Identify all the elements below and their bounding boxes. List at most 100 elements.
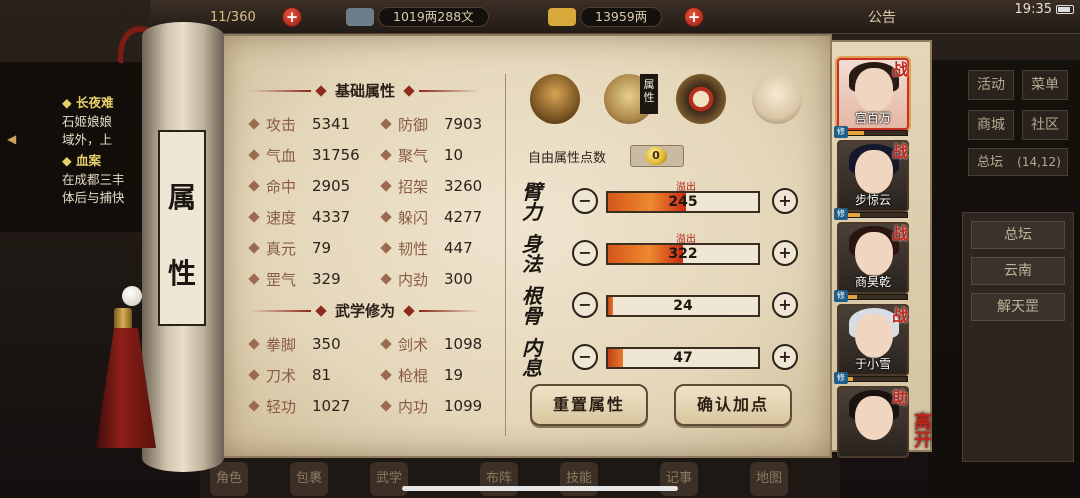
section-title: 基础属性 xyxy=(335,82,396,100)
collapse-arrow-icon[interactable]: ◀ xyxy=(7,132,23,148)
stat-label: 招架 xyxy=(398,177,429,196)
stat-item: 内功 1099 xyxy=(380,396,482,416)
attribute-value: 245 xyxy=(668,194,698,210)
stat-value: 7903 xyxy=(444,115,483,133)
quest-title[interactable]: ◆ 长夜难 xyxy=(62,94,113,112)
add-stamina-button[interactable]: + xyxy=(282,7,302,27)
stat-label: 内功 xyxy=(398,397,429,416)
quest-desc: 石姬娘娘 xyxy=(62,114,113,129)
bullet-diamond-icon xyxy=(380,369,392,381)
bullet-diamond-icon xyxy=(380,242,392,254)
destination-item[interactable]: 解天罡 xyxy=(971,293,1065,321)
avatar xyxy=(855,68,893,112)
destination-item[interactable]: 总坛 xyxy=(971,221,1065,249)
bottom-nav-item[interactable]: 武学 xyxy=(370,462,408,496)
minus-button[interactable]: − xyxy=(572,188,598,214)
attribute-name: 臂力 xyxy=(522,180,542,224)
location-display: 总坛 (14,12) xyxy=(968,148,1068,176)
copper-value: 1019两288文 xyxy=(378,7,489,27)
quest-title[interactable]: ◆ 血案 xyxy=(62,152,101,170)
activity-button[interactable]: 活动 xyxy=(968,70,1014,100)
stat-label: 内劲 xyxy=(398,270,429,289)
stat-label: 剑术 xyxy=(398,335,429,354)
role-badge: 战 xyxy=(892,224,909,243)
shop-button[interactable]: 商城 xyxy=(968,110,1014,140)
tassel-bead xyxy=(122,286,142,306)
bullet-diamond-icon xyxy=(380,180,392,192)
avatar xyxy=(855,314,893,358)
stat-item: 轻功 1027 xyxy=(248,396,351,416)
bottom-nav-item[interactable]: 角色 xyxy=(210,462,248,496)
plus-button[interactable]: + xyxy=(772,344,798,370)
panel-divider xyxy=(505,74,506,436)
stat-value: 1027 xyxy=(312,397,351,415)
scroll-title-char: 属 xyxy=(167,181,196,214)
party-member-name: 于小雪 xyxy=(854,357,891,371)
stat-item: 命中 2905 xyxy=(248,176,351,196)
stat-value: 10 xyxy=(444,146,464,164)
bottom-nav-item[interactable]: 地图 xyxy=(750,462,788,496)
minus-button[interactable]: − xyxy=(572,240,598,266)
stat-label: 攻击 xyxy=(266,115,297,134)
base-attributes-header: 基础属性 xyxy=(250,80,481,101)
stamina-value: 11/360 xyxy=(210,9,256,25)
notice-button[interactable]: 公告 xyxy=(868,7,896,27)
role-badge: 战 xyxy=(892,142,909,161)
stat-value: 4337 xyxy=(312,208,351,226)
scroll-title-plate: 属 性 xyxy=(158,130,206,326)
attribute-name: 内息 xyxy=(522,336,542,380)
stat-item: 招架 3260 xyxy=(380,176,482,196)
minus-button[interactable]: − xyxy=(572,292,598,318)
plus-button[interactable]: + xyxy=(772,240,798,266)
stat-item: 罡气 329 xyxy=(248,269,341,289)
bullet-diamond-icon xyxy=(248,338,260,350)
attribute-value: 47 xyxy=(673,350,693,366)
stat-label: 速度 xyxy=(266,208,297,227)
plus-button[interactable]: + xyxy=(772,188,798,214)
stat-value: 329 xyxy=(312,270,341,288)
stat-value: 447 xyxy=(444,239,473,257)
stat-value: 350 xyxy=(312,335,341,353)
add-silver-button[interactable]: + xyxy=(684,7,704,27)
plus-button[interactable]: + xyxy=(772,292,798,318)
attribute-value: 24 xyxy=(673,298,693,314)
minus-button[interactable]: − xyxy=(572,344,598,370)
hat-icon[interactable] xyxy=(530,74,580,124)
destination-item[interactable]: 云南 xyxy=(971,257,1065,285)
stat-value: 2905 xyxy=(312,177,351,195)
bullet-diamond-icon xyxy=(380,118,392,130)
menu-button[interactable]: 菜单 xyxy=(1022,70,1068,100)
stat-label: 命中 xyxy=(266,177,297,196)
stat-label: 枪棍 xyxy=(398,366,429,385)
stat-item: 内劲 300 xyxy=(380,269,473,289)
stamina-display: 11/360 xyxy=(210,6,256,28)
cultivation-badge: 修 xyxy=(834,372,848,384)
reset-attributes-button[interactable]: 重置属性 xyxy=(530,384,648,426)
community-button[interactable]: 社区 xyxy=(1022,110,1068,140)
meridian-body-icon[interactable] xyxy=(752,74,802,124)
bottom-nav-item[interactable]: 包裹 xyxy=(290,462,328,496)
stat-item: 聚气 10 xyxy=(380,145,464,165)
stat-label: 刀术 xyxy=(266,366,297,385)
free-points-label: 自由属性点数 xyxy=(528,151,607,166)
stat-value: 79 xyxy=(312,239,332,257)
stat-label: 拳脚 xyxy=(266,335,297,354)
overflow-label: 溢出 xyxy=(676,234,696,245)
attribute-value: 322 xyxy=(668,246,698,262)
bullet-diamond-icon xyxy=(248,118,260,130)
bullet-diamond-icon xyxy=(248,180,260,192)
stat-label: 韧性 xyxy=(398,239,429,258)
destination-list: 总坛 云南 解天罡 xyxy=(962,212,1074,462)
martial-arts-header: 武学修为 xyxy=(250,300,481,321)
stat-item: 躲闪 4277 xyxy=(380,207,482,227)
confirm-points-button[interactable]: 确认加点 xyxy=(674,384,792,426)
cultivation-badge: 修 xyxy=(834,126,848,138)
leave-button[interactable]: 离开 xyxy=(914,414,940,454)
bagua-icon[interactable] xyxy=(676,74,726,124)
stat-label: 聚气 xyxy=(398,146,429,165)
attribute-row: 臂力 −245 溢出 + xyxy=(522,182,802,222)
silver-value: 13959两 xyxy=(580,7,663,27)
stat-value: 300 xyxy=(444,270,473,288)
attribute-name: 身法 xyxy=(522,232,542,276)
bullet-diamond-icon xyxy=(248,273,260,285)
